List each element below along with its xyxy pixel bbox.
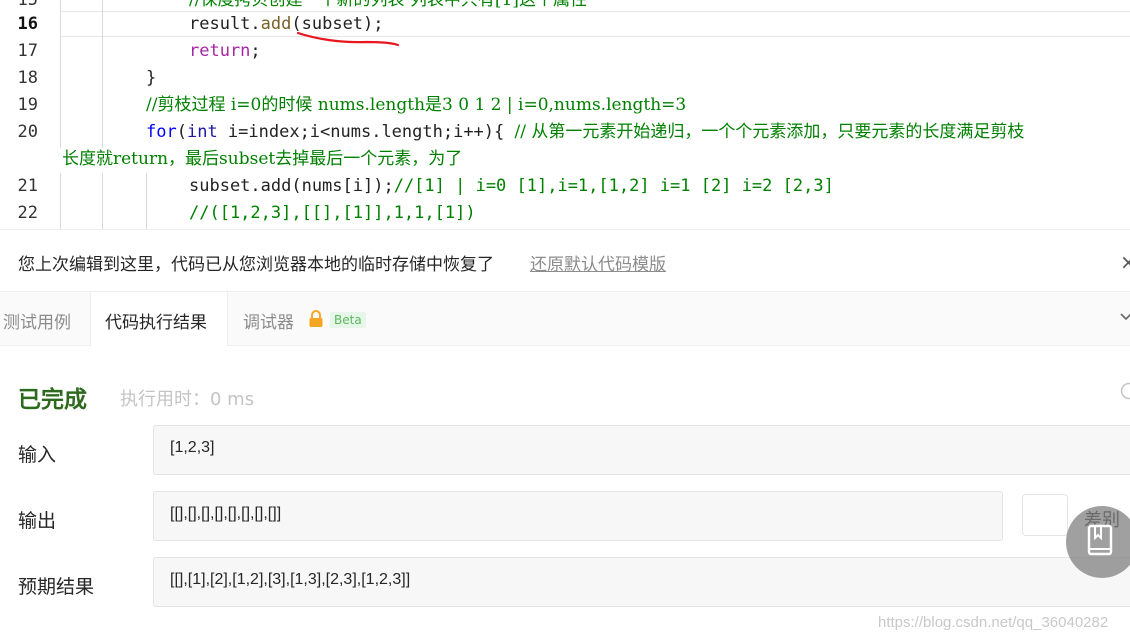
notebook-icon <box>1087 524 1113 556</box>
code-line-21: subset.add(nums[i]);//[1] | i=0 [1],i=1,… <box>189 173 834 200</box>
notes-floating-button[interactable] <box>1066 506 1130 578</box>
code-token: for <box>146 122 177 142</box>
code-token: ( <box>176 122 187 142</box>
code-token: int <box>186 122 218 142</box>
indent-guide <box>146 173 147 229</box>
tab-run-result[interactable]: 代码执行结果 <box>90 292 228 347</box>
line-number-gutter: 15 16 17 18 19 20 21 22 <box>0 0 60 229</box>
red-underline-annotation <box>296 31 400 47</box>
indent-guide <box>102 0 103 148</box>
code-line-20-wrap: 长度就return，最后subset去掉最后一个元素，为了 <box>62 149 463 169</box>
lock-icon <box>309 310 323 327</box>
code-editor[interactable]: 15 16 17 18 19 20 21 22 //保度拷贝创建一个新的列表 列… <box>0 0 1130 229</box>
code-line-17: return; <box>189 38 261 65</box>
status-finished: 已完成 <box>18 387 87 413</box>
diff-toggle[interactable] <box>1022 494 1068 536</box>
code-line-19: //剪枝过程 i=0的时候 nums.length是3 0 1 2 | i=0,… <box>146 95 687 115</box>
line-number: 20 <box>17 122 38 142</box>
runtime-text: 执行用时：0 ms <box>120 389 255 410</box>
help-circle-icon[interactable] <box>1120 382 1130 400</box>
tab-debugger[interactable]: 调试器 <box>243 292 294 346</box>
code-token: return <box>189 41 251 61</box>
restore-default-template-link[interactable]: 还原默认代码模版 <box>530 250 666 275</box>
expected-value-box: [[],[1],[2],[1,2],[3],[1,3],[2,3],[1,2,3… <box>153 557 1130 607</box>
input-value-box: [1,2,3] <box>153 425 1130 475</box>
input-label: 输入 <box>18 444 57 466</box>
tab-test-cases[interactable]: 测试用例 <box>3 292 71 346</box>
beta-badge: Beta <box>330 312 366 328</box>
indent-guide <box>60 0 61 148</box>
code-token: subset.add(nums[i]); <box>189 176 394 196</box>
line-number: 19 <box>17 95 38 115</box>
line-number: 21 <box>17 176 38 196</box>
code-token: result <box>189 14 251 34</box>
line-number: 18 <box>17 68 38 88</box>
line-number: 22 <box>17 203 38 223</box>
code-comment: // 从第一元素开始递归，一个个元素添加，只要元素的长度满足剪枝 <box>514 122 1025 142</box>
console-tab-bar: 测试用例 代码执行结果 调试器 <box>0 291 1130 347</box>
restore-message: 您上次编辑到这里，代码已从您浏览器本地的临时存储中恢复了 <box>18 255 494 275</box>
watermark: https://blog.csdn.net/qq_36040282 <box>878 614 1109 631</box>
code-comment: //[1] | i=0 [1],i=1,[1,2] i=1 [2] i=2 [2… <box>393 176 834 196</box>
line-number-active: 16 <box>17 14 38 34</box>
output-value-box: [[],[],[],[],[],[],[],[]] <box>153 491 1003 541</box>
close-icon[interactable]: × <box>1120 250 1130 274</box>
code-token: . <box>250 14 261 34</box>
code-token: i=index;i<nums.length;i++){ <box>217 122 515 142</box>
code-line-18: } <box>146 68 157 88</box>
code-line-22: //([1,2,3],[[],[1]],1,1,[1]) <box>189 203 476 223</box>
line-number: 17 <box>17 41 38 61</box>
chevron-down-icon[interactable] <box>1120 312 1130 322</box>
output-label: 输出 <box>18 510 57 532</box>
run-result-panel: 已完成 执行用时：0 ms 输入 [1,2,3] 输出 [[],[],[],[]… <box>0 346 1130 639</box>
code-token: add <box>260 14 292 34</box>
expected-label: 预期结果 <box>18 576 95 598</box>
code-line-20: for(int i=index;i<nums.length;i++){ // 从… <box>146 119 1024 146</box>
indent-guide <box>60 173 61 229</box>
restore-notice-bar: 您上次编辑到这里，代码已从您浏览器本地的临时存储中恢复了 还原默认代码模版 × <box>0 229 1130 291</box>
indent-guide <box>102 173 103 229</box>
code-token: ; <box>250 41 261 61</box>
